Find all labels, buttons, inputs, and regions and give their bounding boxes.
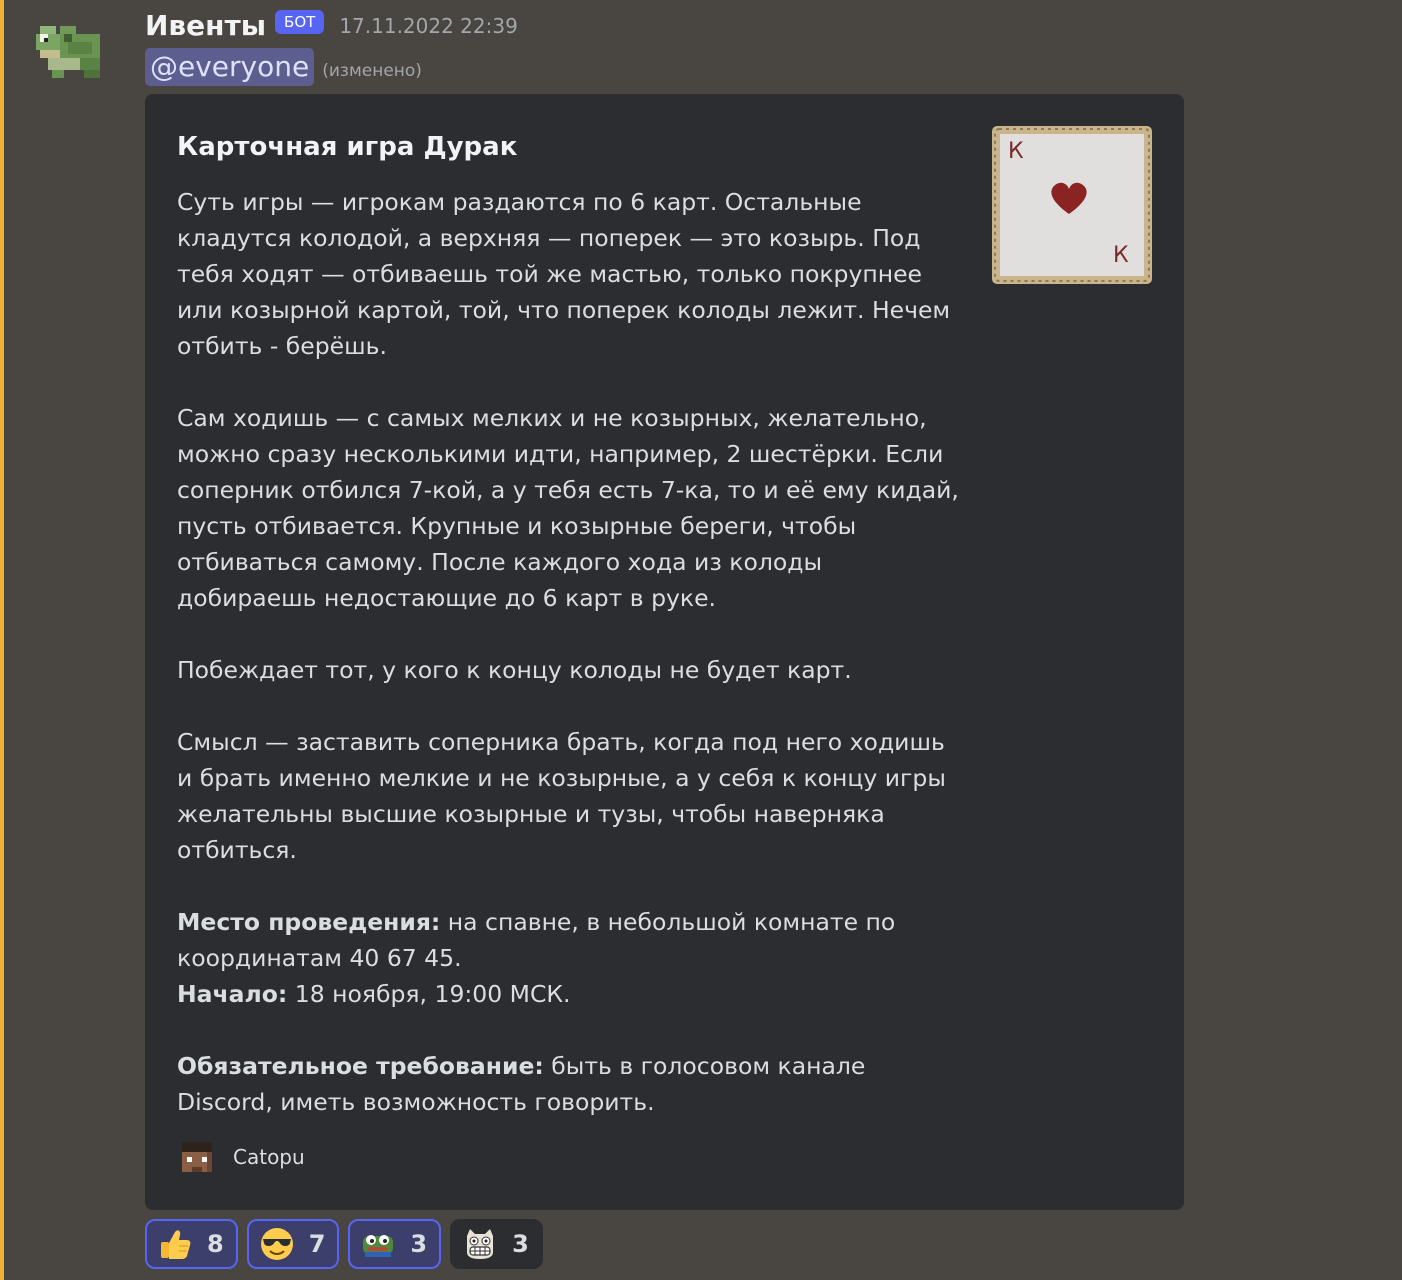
- message-item: Ивенты БОТ 17.11.2022 22:39 @everyone (и…: [0, 0, 1402, 1280]
- card-letter-bottom: К: [1113, 243, 1129, 268]
- rules-paragraph: Суть игры — игрокам раздаются по 6 карт.…: [177, 188, 951, 360]
- embed-description: Суть игры — игрокам раздаются по 6 карт.…: [177, 184, 967, 1120]
- bot-avatar[interactable]: [32, 10, 112, 90]
- start-line: Начало: 18 ноября, 19:00 МСК.: [177, 976, 967, 1012]
- card-letter-top: К: [1008, 139, 1024, 164]
- bot-tag: БОТ: [275, 10, 325, 34]
- footer-author: Catopu: [233, 1145, 305, 1169]
- reaction-grinning-cat[interactable]: 3: [450, 1219, 543, 1269]
- reaction-count: 7: [308, 1230, 326, 1258]
- embed-title: Карточная игра Дурак: [177, 132, 518, 162]
- embed-card: Карточная игра Дурак Суть игры — игрокам…: [145, 94, 1184, 1210]
- reactions-bar: 8 7 3 3: [145, 1219, 552, 1269]
- sunglasses-face-icon: [260, 1228, 293, 1260]
- message-header: Ивенты БОТ 17.11.2022 22:39: [145, 6, 518, 46]
- requirement-label: Обязательное требование:: [177, 1052, 544, 1080]
- reaction-count: 8: [207, 1230, 224, 1258]
- embed-footer: Catopu: [177, 1137, 305, 1177]
- reaction-thumbs-up[interactable]: 8: [145, 1219, 238, 1269]
- message-timestamp[interactable]: 17.11.2022 22:39: [339, 14, 518, 38]
- location-label: Место проведения:: [177, 908, 441, 936]
- reaction-count: 3: [410, 1230, 428, 1258]
- requirement-line: Обязательное требование: быть в голосово…: [177, 1048, 967, 1120]
- pepe-frog-icon: [363, 1235, 394, 1257]
- reaction-count: 3: [512, 1230, 529, 1258]
- start-value: 18 ноября, 19:00 МСК.: [287, 980, 571, 1008]
- edited-indicator: (изменено): [322, 61, 422, 81]
- winner-paragraph: Побеждает тот, у кого к концу колоды не …: [177, 656, 852, 684]
- strategy-paragraph: Сам ходишь — с самых мелких и не козырны…: [177, 404, 959, 612]
- meaning-paragraph: Смысл — заставить соперника брать, когда…: [177, 728, 946, 864]
- location-line: Место проведения: на спавне, в небольшой…: [177, 904, 967, 976]
- everyone-mention[interactable]: @everyone: [145, 48, 315, 86]
- grinning-cat-icon: [467, 1229, 494, 1259]
- reaction-pepe[interactable]: 3: [348, 1219, 442, 1269]
- embed-thumbnail-card[interactable]: К К: [992, 126, 1152, 284]
- start-label: Начало:: [177, 980, 288, 1008]
- author-name[interactable]: Ивенты: [145, 8, 266, 44]
- mention-highlight-bar: [0, 0, 4, 1280]
- thumbs-up-icon: [161, 1230, 191, 1259]
- reaction-sunglasses[interactable]: 7: [246, 1219, 340, 1269]
- footer-avatar-icon: [177, 1137, 217, 1177]
- message-content: @everyone (изменено): [145, 48, 422, 86]
